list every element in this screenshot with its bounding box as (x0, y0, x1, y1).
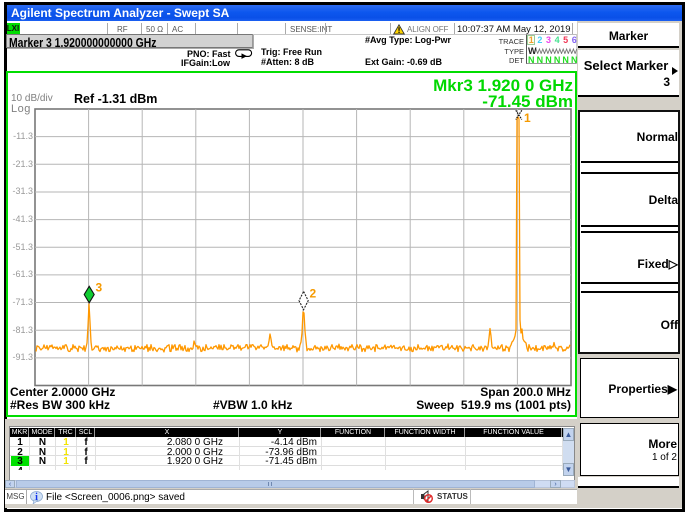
svg-text:1: 1 (524, 111, 531, 125)
svg-text:i: i (35, 492, 38, 503)
svg-text:3: 3 (96, 281, 103, 295)
svg-text:2: 2 (310, 287, 317, 301)
